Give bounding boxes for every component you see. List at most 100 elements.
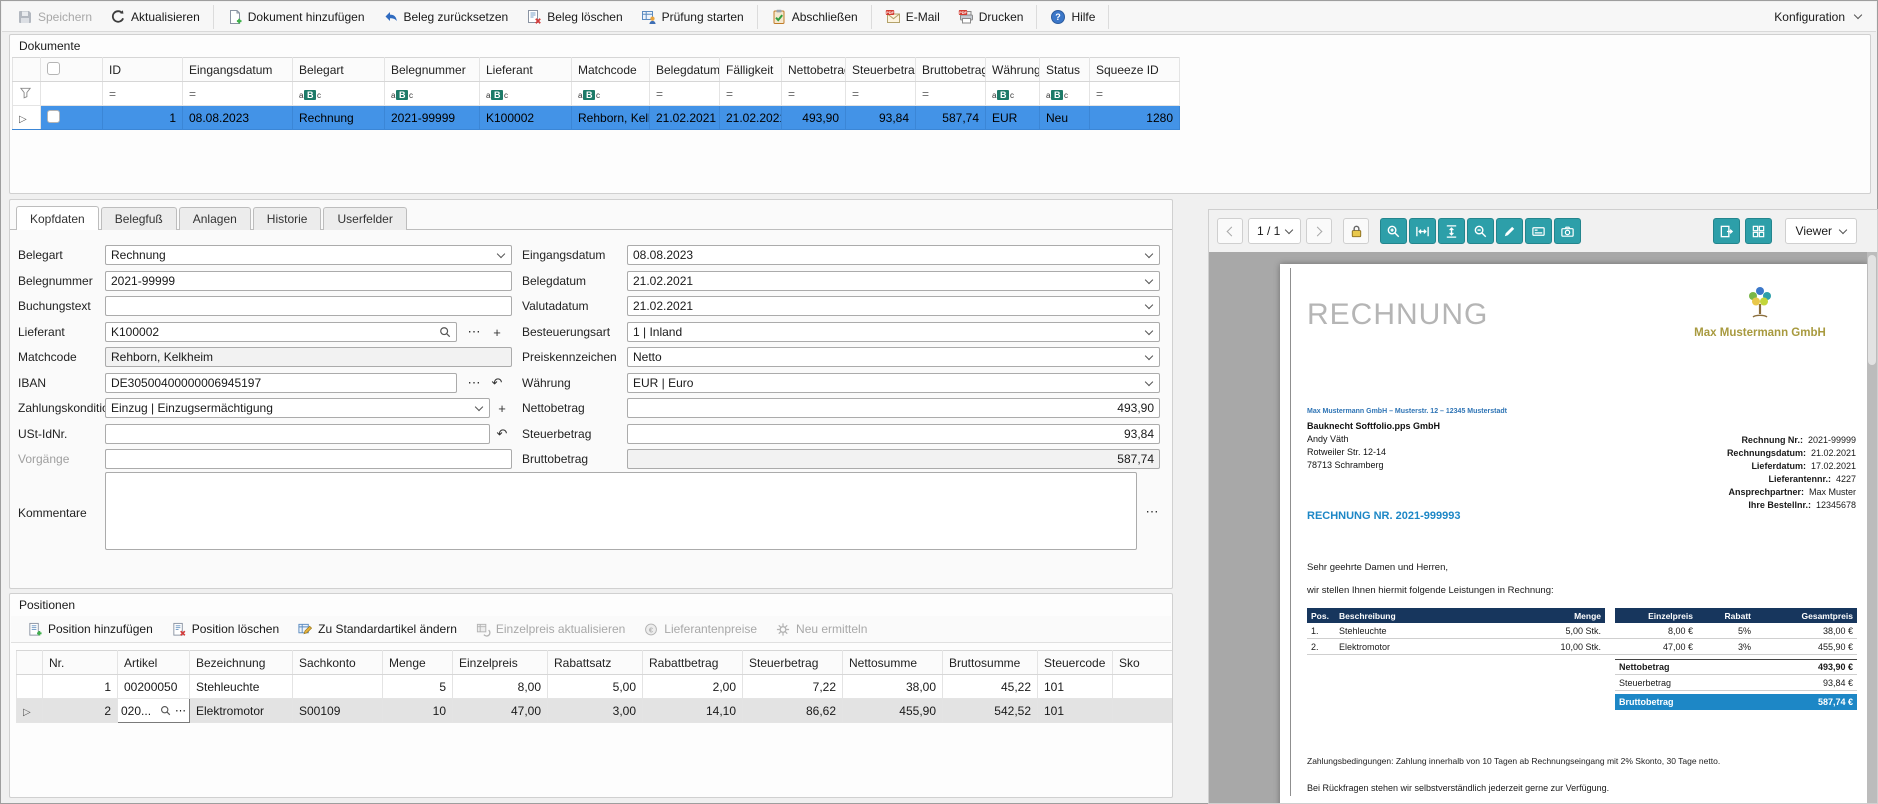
- col-header-id[interactable]: ID: [103, 58, 183, 82]
- filter-cell-eq[interactable]: =: [103, 82, 183, 106]
- filter-cell-eq[interactable]: =: [1090, 82, 1180, 106]
- save-button[interactable]: Speichern: [8, 4, 101, 30]
- update-price-button[interactable]: Einzelpreis aktualisieren: [467, 618, 633, 641]
- pos-col-rabattsatz[interactable]: Rabattsatz: [548, 651, 643, 675]
- filter-cell[interactable]: [41, 82, 103, 106]
- tab-historie[interactable]: Historie: [253, 207, 322, 230]
- fit-width-button[interactable]: [1409, 218, 1436, 244]
- page-indicator[interactable]: 1 / 1: [1248, 218, 1301, 244]
- artikel-editor[interactable]: 020... ⋯: [118, 699, 190, 723]
- filter-cell-abc[interactable]: aBc: [1040, 82, 1090, 106]
- ustidnr-input[interactable]: [105, 424, 490, 444]
- position-row[interactable]: 1 00200050 Stehleuchte 5 8,00 5,00 2,00 …: [17, 675, 1173, 699]
- configuration-menu[interactable]: Konfiguration: [1765, 4, 1870, 30]
- filter-cell-abc[interactable]: aBc: [385, 82, 480, 106]
- col-header-belegnummer[interactable]: Belegnummer: [385, 58, 480, 82]
- viewer-document-area[interactable]: RECHNUNG Max Mustermann GmbH Max Musterm…: [1209, 252, 1867, 803]
- matchcode-input[interactable]: Rehborn, Kelkheim: [105, 347, 512, 367]
- lock-button[interactable]: [1343, 218, 1369, 244]
- search-icon[interactable]: [439, 326, 451, 338]
- belegnummer-input[interactable]: 2021-99999: [105, 271, 512, 291]
- col-header-matchcode[interactable]: Matchcode: [572, 58, 650, 82]
- lieferant-input[interactable]: K100002: [105, 322, 457, 342]
- open-external-button[interactable]: [1713, 218, 1740, 244]
- col-header-waehrung[interactable]: Währung: [986, 58, 1040, 82]
- pos-col-steuerbetrag[interactable]: Steuerbetrag: [743, 651, 843, 675]
- position-add-button[interactable]: Position hinzufügen: [19, 618, 161, 641]
- col-header-lieferant[interactable]: Lieferant: [480, 58, 572, 82]
- filter-cell-eq[interactable]: =: [782, 82, 846, 106]
- refresh-button[interactable]: Aktualisieren: [101, 4, 209, 30]
- col-header-faelligkeit[interactable]: Fälligkeit: [720, 58, 782, 82]
- supplier-prices-button[interactable]: € Lieferantenpreise: [635, 618, 765, 641]
- fit-height-button[interactable]: [1438, 218, 1465, 244]
- zoom-out-button[interactable]: [1467, 218, 1494, 244]
- document-row-selected[interactable]: ▷ 1 08.08.2023 Rechnung 2021-99999 K1000…: [13, 106, 1180, 130]
- pos-col-nettosumme[interactable]: Nettosumme: [843, 651, 943, 675]
- pos-col-artikel[interactable]: Artikel: [118, 651, 190, 675]
- pos-col-bezeichnung[interactable]: Bezeichnung: [190, 651, 293, 675]
- nettobetrag-input[interactable]: 493,90: [627, 398, 1160, 418]
- layout-grid-button[interactable]: [1745, 218, 1772, 244]
- pos-col-steuercode[interactable]: Steuercode: [1038, 651, 1113, 675]
- row-checkbox[interactable]: [47, 110, 60, 123]
- preiskennzeichen-combo[interactable]: Netto: [627, 347, 1160, 367]
- lieferant-more-button[interactable]: ⋯: [465, 322, 483, 342]
- col-header-status[interactable]: Status: [1040, 58, 1090, 82]
- pos-col-rabattbetrag[interactable]: Rabattbetrag: [643, 651, 743, 675]
- pos-col-nr[interactable]: Nr.: [43, 651, 118, 675]
- zahlungskondition-combo[interactable]: Einzug | Einzugsermächtigung: [105, 398, 490, 418]
- col-header-belegart[interactable]: Belegart: [293, 58, 385, 82]
- waehrung-combo[interactable]: EUR | Euro: [627, 373, 1160, 393]
- row-checkbox-cell[interactable]: [41, 106, 103, 130]
- filter-cell-eq[interactable]: =: [720, 82, 782, 106]
- steuerbetrag-input[interactable]: 93,84: [627, 424, 1160, 444]
- header-checkbox[interactable]: [47, 62, 60, 75]
- snapshot-button[interactable]: [1554, 218, 1581, 244]
- filter-cell-abc[interactable]: aBc: [293, 82, 385, 106]
- pos-col-sachkonto[interactable]: Sachkonto: [293, 651, 383, 675]
- position-row-selected[interactable]: ▷ 2 020... ⋯ Elektromotor S00109 10 47,0…: [17, 699, 1173, 723]
- filter-cell-eq[interactable]: =: [183, 82, 293, 106]
- zoom-in-button[interactable]: [1380, 218, 1407, 244]
- email-button[interactable]: PDF E-Mail: [876, 4, 949, 30]
- ocr-button[interactable]: [1525, 218, 1552, 244]
- row-expander-cell[interactable]: ▷: [13, 106, 41, 130]
- reset-document-button[interactable]: Beleg zurücksetzen: [374, 4, 518, 30]
- valutadatum-picker[interactable]: 21.02.2021: [627, 296, 1160, 316]
- col-header-steuerbetrag[interactable]: Steuerbetrag: [846, 58, 916, 82]
- select-all-header[interactable]: [41, 58, 103, 82]
- col-header-belegdatum[interactable]: Belegdatum: [650, 58, 720, 82]
- tab-belegfuss[interactable]: Belegfuß: [101, 207, 177, 230]
- belegart-combo[interactable]: Rechnung: [105, 245, 512, 265]
- viewer-scrollbar[interactable]: [1867, 252, 1877, 803]
- print-button[interactable]: PDF Drucken: [949, 4, 1033, 30]
- tab-userfelder[interactable]: Userfelder: [323, 207, 406, 230]
- recalculate-button[interactable]: Neu ermitteln: [767, 618, 875, 641]
- viewer-mode-select[interactable]: Viewer: [1785, 218, 1857, 244]
- kommentare-more-button[interactable]: ⋯: [1143, 502, 1161, 522]
- vorgaenge-input[interactable]: [105, 449, 512, 469]
- next-page-button[interactable]: [1306, 218, 1332, 244]
- ustidnr-undo-button[interactable]: ↶: [493, 424, 511, 444]
- search-icon[interactable]: [160, 705, 171, 716]
- filter-cell-abc[interactable]: aBc: [480, 82, 572, 106]
- filter-cell-eq[interactable]: =: [846, 82, 916, 106]
- delete-document-button[interactable]: Beleg löschen: [517, 4, 631, 30]
- col-header-bruttobetrag[interactable]: Bruttobetrag: [916, 58, 986, 82]
- artikel-more-button[interactable]: ⋯: [175, 704, 186, 717]
- pos-col-einzelpreis[interactable]: Einzelpreis: [453, 651, 548, 675]
- filter-cell-abc[interactable]: aBc: [986, 82, 1040, 106]
- tab-anlagen[interactable]: Anlagen: [179, 207, 251, 230]
- tab-kopfdaten[interactable]: Kopfdaten: [16, 206, 99, 230]
- help-button[interactable]: ? Hilfe: [1041, 4, 1104, 30]
- position-delete-button[interactable]: Position löschen: [163, 618, 287, 641]
- col-header-eingangsdatum[interactable]: Eingangsdatum: [183, 58, 293, 82]
- iban-undo-button[interactable]: ↶: [488, 373, 506, 393]
- prev-page-button[interactable]: [1217, 218, 1243, 244]
- filter-cell-abc[interactable]: aBc: [572, 82, 650, 106]
- col-header-nettobetrag[interactable]: Nettobetrag: [782, 58, 846, 82]
- filter-cell-eq[interactable]: =: [650, 82, 720, 106]
- iban-more-button[interactable]: ⋯: [465, 373, 483, 393]
- eingangsdatum-picker[interactable]: 08.08.2023: [627, 245, 1160, 265]
